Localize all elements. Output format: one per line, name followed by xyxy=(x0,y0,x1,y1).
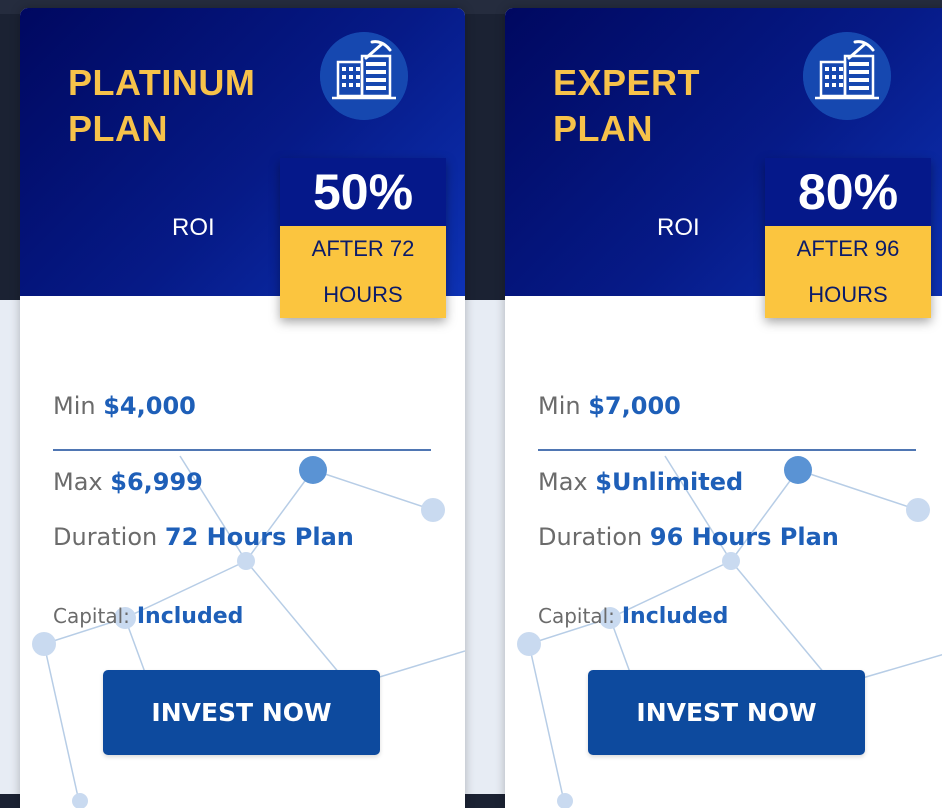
capital-label: Capital: xyxy=(53,604,130,628)
plan-card-expert: EXPERT PLAN ROI 80% AFTER 96 HOURS Min $… xyxy=(505,8,942,808)
min-value: $7,000 xyxy=(588,392,681,420)
plan-title: PLATINUM PLAN xyxy=(68,62,256,149)
duration-row: Duration 72 Hours Plan xyxy=(53,523,354,551)
server-mining-icon xyxy=(320,32,408,120)
roi-percent: 80% xyxy=(765,158,931,226)
plan-header: EXPERT PLAN ROI 80% AFTER 96 HOURS xyxy=(505,8,942,318)
duration-value: 72 Hours Plan xyxy=(164,523,354,551)
duration-label: Duration xyxy=(538,523,643,551)
max-value: $6,999 xyxy=(110,468,203,496)
min-value: $4,000 xyxy=(103,392,196,420)
capital-value: Included xyxy=(136,604,244,629)
min-row: Min $7,000 xyxy=(538,392,681,420)
server-mining-icon xyxy=(803,32,891,120)
duration-value: 96 Hours Plan xyxy=(649,523,839,551)
max-row: Max $Unlimited xyxy=(538,468,743,496)
roi-badge: 50% AFTER 72 HOURS xyxy=(280,158,446,318)
divider xyxy=(538,449,916,451)
invest-now-button[interactable]: INVEST NOW xyxy=(588,670,865,755)
min-label: Min xyxy=(538,392,581,420)
roi-label: ROI xyxy=(657,214,700,241)
roi-label: ROI xyxy=(172,214,215,241)
divider xyxy=(53,449,431,451)
capital-row: Capital: Included xyxy=(53,604,243,629)
plan-title: EXPERT PLAN xyxy=(553,62,701,149)
plan-card-platinum: PLATINUM PLAN ROI 50% AFTER 72 HOURS Min… xyxy=(20,8,465,808)
capital-row: Capital: Included xyxy=(538,604,728,629)
min-row: Min $4,000 xyxy=(53,392,196,420)
invest-now-button[interactable]: INVEST NOW xyxy=(103,670,380,755)
capital-value: Included xyxy=(621,604,729,629)
max-label: Max xyxy=(53,468,103,496)
capital-label: Capital: xyxy=(538,604,615,628)
min-label: Min xyxy=(53,392,96,420)
plan-header: PLATINUM PLAN ROI 50% AFTER 72 HOURS xyxy=(20,8,465,318)
duration-label: Duration xyxy=(53,523,158,551)
max-label: Max xyxy=(538,468,588,496)
max-value: $Unlimited xyxy=(595,468,744,496)
duration-row: Duration 96 Hours Plan xyxy=(538,523,839,551)
max-row: Max $6,999 xyxy=(53,468,203,496)
roi-badge: 80% AFTER 96 HOURS xyxy=(765,158,931,318)
roi-percent: 50% xyxy=(280,158,446,226)
